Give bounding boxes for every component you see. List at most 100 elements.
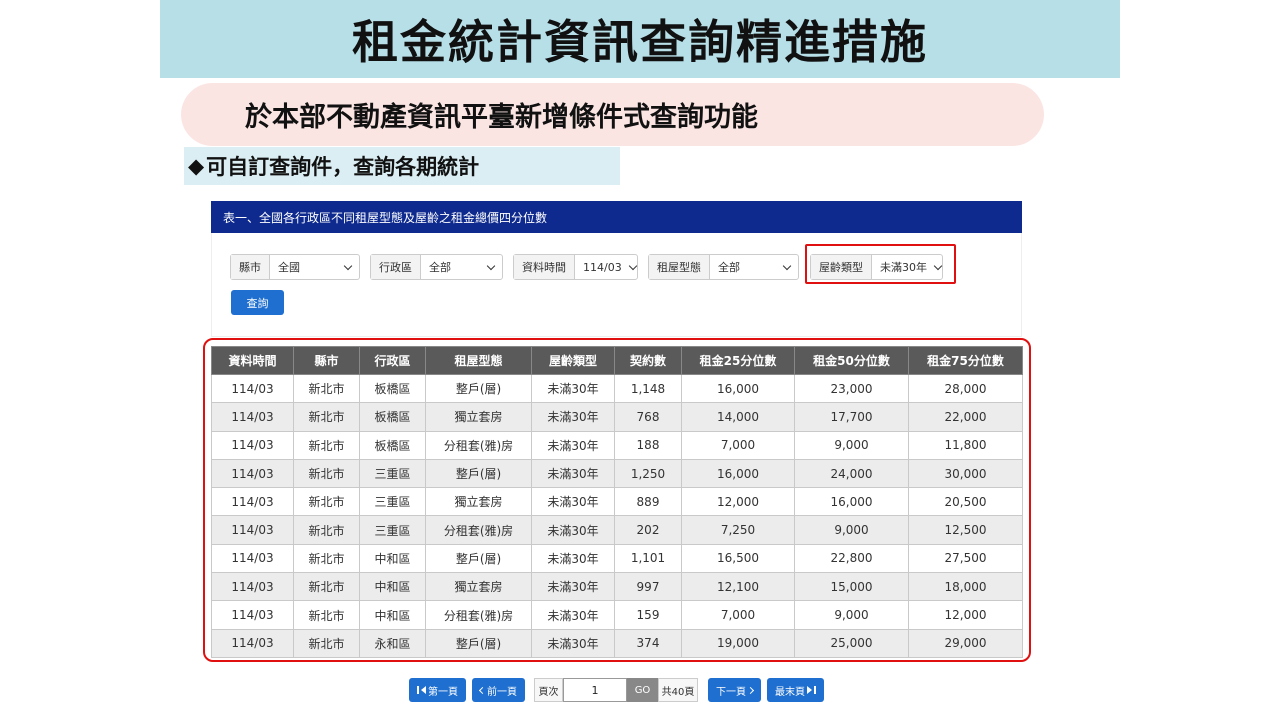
first-page-icon xyxy=(417,686,419,694)
table-cell: 30,000 xyxy=(908,458,1023,489)
table-row: 114/03 新北市 中和區 整戶(層) 未滿30年 1,101 16,500 22,800 2… xyxy=(211,543,1023,574)
last-page-icon xyxy=(814,686,816,694)
table-cell: 獨立套房 xyxy=(425,487,532,517)
city-select[interactable]: 縣市 全國 xyxy=(230,254,360,280)
table-row: 114/03 新北市 三重區 分租套(雅)房 未滿30年 202 7,250 9,000 12,… xyxy=(211,515,1023,545)
chevron-down-icon xyxy=(486,261,496,270)
column-header: 屋齡類型 xyxy=(531,346,615,375)
prev-page-button[interactable]: 前一頁 xyxy=(472,678,525,702)
table-cell: 374 xyxy=(614,628,682,658)
table-cell: 未滿30年 xyxy=(531,515,615,545)
table-cell: 12,500 xyxy=(908,515,1023,545)
table-cell: 獨立套房 xyxy=(425,572,532,602)
table-cell: 中和區 xyxy=(359,543,426,574)
chevron-right-icon xyxy=(746,686,755,694)
period-select-value[interactable]: 114/03 xyxy=(575,255,644,279)
table-row: 114/03 新北市 板橋區 整戶(層) 未滿30年 1,148 16,000 23,000 2… xyxy=(211,373,1023,404)
table-row: 114/03 新北市 板橋區 獨立套房 未滿30年 768 14,000 17,700 22,0… xyxy=(211,402,1023,432)
city-select-value[interactable]: 全國 xyxy=(270,255,359,279)
table-cell: 1,148 xyxy=(614,373,682,404)
district-select-label: 行政區 xyxy=(371,255,421,279)
table-cell: 未滿30年 xyxy=(531,487,615,517)
page-number-input[interactable]: 1 xyxy=(563,678,627,702)
table-cell: 114/03 xyxy=(211,487,294,517)
slide-title: 租金統計資訊查詢精進措施 xyxy=(160,0,1120,78)
table-cell: 18,000 xyxy=(908,572,1023,602)
table-cell: 16,000 xyxy=(681,373,795,404)
table-cell: 22,800 xyxy=(794,543,909,574)
page-label: 頁次 xyxy=(534,678,563,702)
panel-title: 表一、全國各行政區不同租屋型態及屋齡之租金總價四分位數 xyxy=(211,201,1022,233)
last-page-button[interactable]: 最末頁 xyxy=(767,678,824,702)
table-cell: 整戶(層) xyxy=(425,543,532,574)
table-cell: 新北市 xyxy=(293,515,360,545)
column-header: 行政區 xyxy=(359,346,426,375)
table-cell: 新北市 xyxy=(293,458,360,489)
table-row: 114/03 新北市 三重區 整戶(層) 未滿30年 1,250 16,000 24,000 3… xyxy=(211,458,1023,489)
table-cell: 159 xyxy=(614,600,682,630)
table-cell: 新北市 xyxy=(293,402,360,432)
table-cell: 114/03 xyxy=(211,373,294,404)
column-header: 租金75分位數 xyxy=(908,346,1023,375)
table-cell: 新北市 xyxy=(293,572,360,602)
table-cell: 永和區 xyxy=(359,628,426,658)
table-cell: 16,000 xyxy=(681,458,795,489)
table-cell: 14,000 xyxy=(681,402,795,432)
city-select-label: 縣市 xyxy=(231,255,270,279)
table-cell: 24,000 xyxy=(794,458,909,489)
table-cell: 7,000 xyxy=(681,430,795,460)
table-cell: 202 xyxy=(614,515,682,545)
district-select[interactable]: 行政區 全部 xyxy=(370,254,503,280)
table-cell: 獨立套房 xyxy=(425,402,532,432)
chevron-left-icon xyxy=(478,686,487,694)
district-select-value[interactable]: 全部 xyxy=(421,255,502,279)
bullet-point: ◆ 可自訂查詢件，查詢各期統計 xyxy=(184,147,620,185)
rental-type-select[interactable]: 租屋型態 全部 xyxy=(648,254,799,280)
table-cell: 188 xyxy=(614,430,682,460)
table-cell: 27,500 xyxy=(908,543,1023,574)
first-page-arrow-icon xyxy=(421,686,426,694)
table-cell: 7,250 xyxy=(681,515,795,545)
query-button[interactable]: 查詢 xyxy=(231,290,284,315)
rental-type-select-value[interactable]: 全部 xyxy=(710,255,798,279)
slide-subtitle: 於本部不動產資訊平臺新增條件式查詢功能 xyxy=(181,83,1044,146)
column-header: 租屋型態 xyxy=(425,346,532,375)
go-button[interactable]: GO xyxy=(627,678,658,702)
table-cell: 9,000 xyxy=(794,515,909,545)
table-row: 114/03 新北市 板橋區 分租套(雅)房 未滿30年 188 7,000 9,000 11,… xyxy=(211,430,1023,460)
table-cell: 11,800 xyxy=(908,430,1023,460)
table-cell: 未滿30年 xyxy=(531,373,615,404)
table-cell: 整戶(層) xyxy=(425,458,532,489)
table-cell: 1,101 xyxy=(614,543,682,574)
table-cell: 9,000 xyxy=(794,600,909,630)
first-page-button[interactable]: 第一頁 xyxy=(409,678,466,702)
table-cell: 新北市 xyxy=(293,430,360,460)
table-cell: 114/03 xyxy=(211,402,294,432)
table-cell: 中和區 xyxy=(359,572,426,602)
table-cell: 板橋區 xyxy=(359,402,426,432)
table-cell: 三重區 xyxy=(359,458,426,489)
table-cell: 1,250 xyxy=(614,458,682,489)
column-header: 租金25分位數 xyxy=(681,346,795,375)
table-cell: 23,000 xyxy=(794,373,909,404)
table-cell: 新北市 xyxy=(293,543,360,574)
table-cell: 29,000 xyxy=(908,628,1023,658)
period-select-label: 資料時間 xyxy=(514,255,575,279)
table-cell: 19,000 xyxy=(681,628,795,658)
table-cell: 新北市 xyxy=(293,373,360,404)
period-select[interactable]: 資料時間 114/03 xyxy=(513,254,638,280)
table-cell: 新北市 xyxy=(293,628,360,658)
column-header: 資料時間 xyxy=(211,346,294,375)
diamond-bullet-icon: ◆ xyxy=(188,154,205,178)
table-cell: 分租套(雅)房 xyxy=(425,430,532,460)
table-cell: 16,500 xyxy=(681,543,795,574)
table-cell: 15,000 xyxy=(794,572,909,602)
table-cell: 分租套(雅)房 xyxy=(425,515,532,545)
table-cell: 114/03 xyxy=(211,543,294,574)
chevron-down-icon xyxy=(343,261,353,270)
table-cell: 中和區 xyxy=(359,600,426,630)
next-page-button[interactable]: 下一頁 xyxy=(708,678,761,702)
table-cell: 25,000 xyxy=(794,628,909,658)
table-cell: 未滿30年 xyxy=(531,543,615,574)
table-cell: 未滿30年 xyxy=(531,402,615,432)
